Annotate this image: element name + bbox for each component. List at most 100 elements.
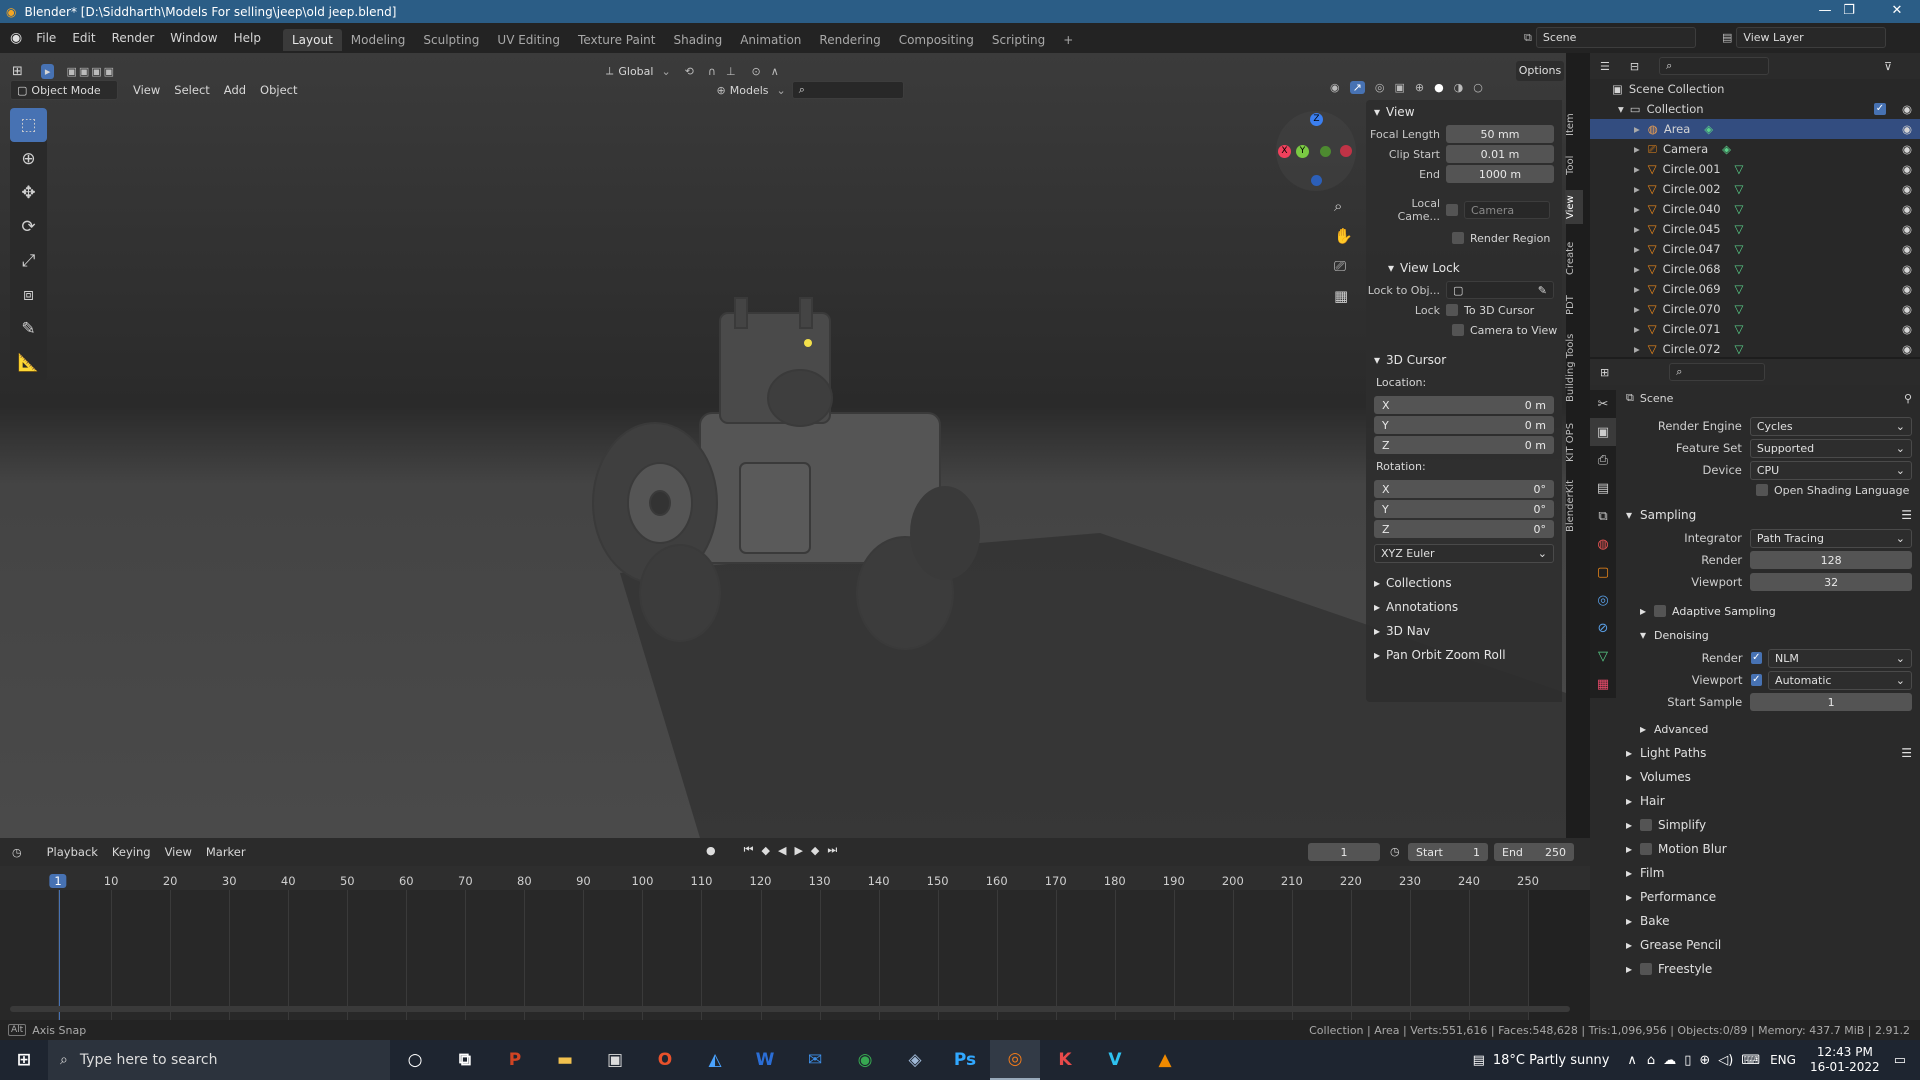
properties-editor-icon[interactable]: ⊞: [1600, 366, 1609, 379]
move-tool-icon[interactable]: ✥: [10, 176, 47, 210]
navigation-gizmo[interactable]: Z X Y: [1276, 111, 1356, 191]
volume-icon[interactable]: ◁): [1718, 1053, 1733, 1068]
jump-start-icon[interactable]: ⏮: [744, 843, 754, 857]
overlay-icon[interactable]: ◎: [1375, 81, 1385, 94]
expand-arrow-icon[interactable]: ▸: [1634, 282, 1640, 296]
object-data-icon[interactable]: ◈: [1704, 122, 1713, 136]
timeline-ruler[interactable]: 1 10 20 30 40 50 60 70 80 90 100 110 120 130 140 150 160…: [0, 866, 1590, 890]
pan-orbit-section-header[interactable]: ▸ Pan Orbit Zoom Roll: [1366, 643, 1562, 667]
render-section-header[interactable]: ▸ Light Paths ☰: [1626, 741, 1912, 765]
outliner-item[interactable]: ▸ ▽ Circle.070 ▽ ◉: [1590, 299, 1920, 319]
object-mode-dropdown[interactable]: ▢ Object Mode: [10, 80, 118, 100]
vlc-taskbar-icon[interactable]: ▲: [1140, 1040, 1190, 1080]
eye-icon[interactable]: ◉: [1902, 122, 1912, 136]
battery-icon[interactable]: ▯: [1684, 1053, 1691, 1068]
add-workspace-button[interactable]: +: [1054, 29, 1082, 51]
object-data-icon[interactable]: ▽: [1735, 322, 1744, 336]
expand-arrow-icon[interactable]: ▸: [1634, 262, 1640, 276]
timeline-menu-view[interactable]: View: [158, 845, 199, 859]
clip-start-field[interactable]: 0.01 m: [1446, 145, 1554, 163]
menu-file[interactable]: File: [28, 23, 64, 53]
tab-modeling[interactable]: Modeling: [342, 29, 415, 51]
render-engine-dropdown[interactable]: Cycles ⌄: [1749, 416, 1912, 436]
record-icon[interactable]: ●: [706, 844, 716, 857]
ortho-grid-icon[interactable]: ▦: [1334, 287, 1353, 305]
expand-arrow-icon[interactable]: ▸: [1634, 122, 1640, 136]
tab-layout[interactable]: Layout: [282, 29, 342, 51]
chrome-taskbar-icon[interactable]: ◉: [840, 1040, 890, 1080]
falloff-icon[interactable]: ∧: [771, 65, 779, 78]
timeline-editor-icon[interactable]: ◷: [12, 846, 22, 859]
app-taskbar-icon[interactable]: ◈: [890, 1040, 940, 1080]
tool-tab-icon[interactable]: ✂: [1590, 390, 1616, 418]
outliner-item[interactable]: ▸ ▽ Circle.040 ▽ ◉: [1590, 199, 1920, 219]
outliner-item[interactable]: ▸ ▽ Circle.069 ▽ ◉: [1590, 279, 1920, 299]
device-dropdown[interactable]: CPU ⌄: [1749, 460, 1912, 480]
viewport-3d[interactable]: ⊞ ▸ ▣▣▣▣ ⟂ Global ⌄ ⟲ ∩ ⊥ ⊙ ∧ Options ▢ …: [0, 53, 1566, 838]
wireframe-shading-icon[interactable]: ⊕: [1415, 81, 1424, 94]
expand-arrow-icon[interactable]: ▸: [1634, 182, 1640, 196]
outliner-item[interactable]: ▸ ▽ Circle.071 ▽ ◉: [1590, 319, 1920, 339]
eye-icon[interactable]: ◉: [1902, 142, 1912, 156]
start-sample-field[interactable]: 1: [1750, 693, 1912, 711]
sidebar-tab-view[interactable]: View: [1565, 190, 1583, 224]
integrator-dropdown[interactable]: Path Tracing ⌄: [1749, 528, 1912, 548]
eye-icon[interactable]: ◉: [1902, 222, 1912, 236]
rotation-mode-dropdown[interactable]: XYZ Euler ⌄: [1374, 544, 1554, 563]
eye-icon[interactable]: ◉: [1902, 242, 1912, 256]
transform-orientation[interactable]: ⟂ Global ⌄: [606, 64, 671, 78]
list-icon[interactable]: ☰: [1901, 508, 1912, 522]
eye-icon[interactable]: ◉: [1902, 102, 1912, 116]
world-tab-icon[interactable]: ◍: [1590, 530, 1616, 558]
weather-icon[interactable]: ▤: [1473, 1053, 1485, 1068]
render-section-header[interactable]: ▸ Volumes: [1626, 765, 1912, 789]
viewport-search-field[interactable]: ⌕: [791, 81, 904, 99]
pin-icon[interactable]: ⚲: [1904, 392, 1912, 405]
outliner-editor-icon[interactable]: ☰: [1600, 60, 1610, 73]
texture-tab-icon[interactable]: ▦: [1590, 670, 1616, 698]
clip-end-field[interactable]: 1000 m: [1446, 165, 1554, 183]
outliner-search-field[interactable]: ⌕: [1659, 57, 1770, 75]
expand-arrow-icon[interactable]: ▸: [1634, 142, 1640, 156]
view-lock-section-header[interactable]: ▾ View Lock: [1366, 256, 1562, 280]
solid-shading-icon[interactable]: ●: [1434, 81, 1444, 94]
gizmo-neg-y-axis[interactable]: [1320, 146, 1331, 157]
outliner-item[interactable]: ▸ ◍ Area ◈ ◉: [1590, 119, 1920, 139]
gizmo-neg-x-axis[interactable]: [1340, 145, 1352, 157]
gizmo-y-axis[interactable]: Y: [1296, 145, 1309, 158]
adaptive-sampling-header[interactable]: ▸ Adaptive Sampling: [1626, 599, 1912, 623]
menu-window[interactable]: Window: [162, 23, 225, 53]
transform-tool-icon[interactable]: ⧈: [10, 278, 47, 312]
play-icon[interactable]: ▶: [794, 844, 802, 857]
render-section-header[interactable]: ▸ Film: [1626, 861, 1912, 885]
start-frame-field[interactable]: Start 1: [1408, 843, 1488, 861]
feature-set-dropdown[interactable]: Supported ⌄: [1749, 438, 1912, 458]
render-tab-icon[interactable]: ▣: [1590, 418, 1616, 446]
collection-include-checkbox[interactable]: ✓: [1874, 103, 1886, 115]
focal-length-field[interactable]: 50 mm: [1446, 125, 1554, 143]
tray-chevron-icon[interactable]: ∧: [1627, 1053, 1637, 1068]
timeline-menu-playback[interactable]: Playback: [40, 845, 105, 859]
tab-sculpting[interactable]: Sculpting: [414, 29, 488, 51]
taskbar-search[interactable]: ⌕ Type here to search: [48, 1040, 390, 1080]
3d-nav-section-header[interactable]: ▸ 3D Nav: [1366, 619, 1562, 643]
eye-icon[interactable]: ◉: [1902, 182, 1912, 196]
gizmo-x-axis[interactable]: X: [1278, 145, 1291, 158]
physics-tab-icon[interactable]: ◎: [1590, 586, 1616, 614]
scale-tool-icon[interactable]: ⤢: [10, 244, 47, 278]
keyshot-taskbar-icon[interactable]: K: [1040, 1040, 1090, 1080]
snap-icon[interactable]: ∩: [708, 65, 716, 78]
collections-section-header[interactable]: ▸ Collections: [1366, 571, 1562, 595]
camera-to-view-checkbox[interactable]: [1452, 324, 1464, 336]
play-reverse-icon[interactable]: ◀: [778, 844, 786, 857]
xray-icon[interactable]: ▣: [1394, 81, 1404, 94]
pivot-icon[interactable]: ⟲: [685, 65, 694, 78]
3d-cursor-section-header[interactable]: ▾ 3D Cursor: [1366, 348, 1562, 372]
viewport-menu-select[interactable]: Select: [167, 83, 216, 97]
object-data-icon[interactable]: ▽: [1735, 302, 1744, 316]
render-section-header[interactable]: ▸ Simplify: [1626, 813, 1912, 837]
viewport-samples-field[interactable]: 32: [1750, 573, 1912, 591]
cursor-rotation-z[interactable]: Z 0°: [1374, 520, 1554, 538]
eye-icon[interactable]: ◉: [1902, 302, 1912, 316]
cursor-tool-icon[interactable]: ⊕: [10, 142, 47, 176]
